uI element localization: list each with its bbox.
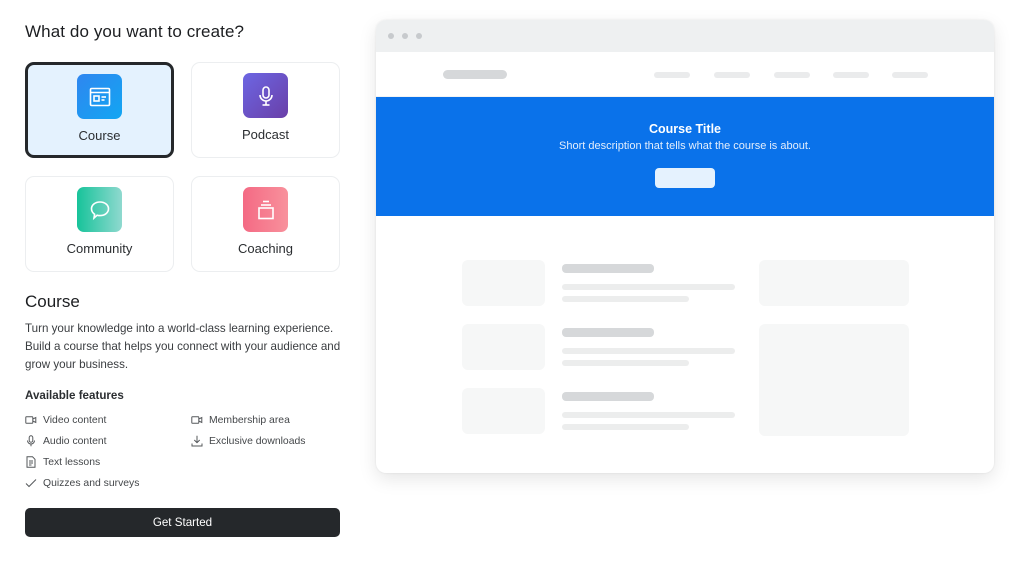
feature-label: Video content: [43, 414, 107, 426]
feature-item: Membership area: [191, 414, 290, 426]
option-card-course[interactable]: Course: [25, 62, 174, 158]
feature-item: Video content: [25, 414, 106, 426]
thumbnail-placeholder: [462, 324, 545, 370]
browser-window-icon: [89, 87, 110, 106]
text-line-placeholder: [562, 284, 735, 290]
page-title: What do you want to create?: [25, 22, 245, 41]
text-line-placeholder: [562, 360, 689, 366]
browser-chrome: [376, 20, 994, 52]
option-label: Coaching: [238, 241, 293, 256]
hero-title: Course Title: [648, 122, 721, 136]
logo-placeholder: [443, 70, 507, 79]
option-label: Community: [66, 241, 133, 256]
podcast-icon-tile: [243, 73, 288, 118]
features-heading: Available features: [25, 389, 124, 402]
nav-link-placeholder: [654, 72, 690, 78]
preview-navbar: [376, 52, 994, 97]
community-icon-tile: [77, 187, 122, 232]
option-card-community[interactable]: Community: [25, 176, 174, 272]
feature-label: Exclusive downloads: [209, 435, 306, 447]
nav-link-placeholder: [774, 72, 810, 78]
text-line-placeholder: [562, 424, 689, 430]
course-page-preview: Course Title Short description that tell…: [376, 20, 994, 473]
title-placeholder: [562, 392, 654, 401]
chat-bubble-icon: [90, 200, 109, 220]
title-placeholder: [562, 264, 654, 273]
feature-label: Text lessons: [43, 456, 101, 468]
window-dot-icon: [416, 33, 422, 39]
feature-item: Text lessons: [25, 456, 100, 468]
stacked-cards-icon: [257, 200, 274, 219]
coaching-icon-tile: [243, 187, 288, 232]
hero-subtitle: Short description that tells what the co…: [559, 140, 811, 152]
microphone-icon: [258, 85, 273, 106]
option-label: Podcast: [242, 127, 289, 142]
nav-link-placeholder: [892, 72, 928, 78]
text-line-placeholder: [562, 296, 689, 302]
text-line-placeholder: [562, 348, 735, 354]
sidebar-card-placeholder: [759, 324, 909, 436]
video-camera-icon: [25, 416, 37, 424]
sidebar-card-placeholder: [759, 260, 909, 306]
nav-link-placeholder: [714, 72, 750, 78]
option-label: Course: [78, 128, 121, 143]
text-line-placeholder: [562, 412, 735, 418]
checkmark-icon: [25, 479, 37, 488]
get-started-button[interactable]: Get Started: [25, 508, 340, 537]
window-dot-icon: [388, 33, 394, 39]
window-dot-icon: [402, 33, 408, 39]
download-icon: [191, 435, 203, 447]
hero-button-placeholder: [655, 168, 715, 188]
option-card-podcast[interactable]: Podcast: [191, 62, 340, 158]
title-placeholder: [562, 328, 654, 337]
option-card-coaching[interactable]: Coaching: [191, 176, 340, 272]
selected-option-title: Course: [25, 292, 80, 311]
feature-label: Quizzes and surveys: [43, 477, 140, 489]
feature-item: Exclusive downloads: [191, 435, 305, 447]
feature-label: Audio content: [43, 435, 107, 447]
thumbnail-placeholder: [462, 260, 545, 306]
preview-hero: Course Title Short description that tell…: [376, 97, 994, 216]
selected-option-description: Turn your knowledge into a world-class l…: [25, 322, 341, 371]
feature-item: Quizzes and surveys: [25, 477, 139, 489]
thumbnail-placeholder: [462, 388, 545, 434]
video-camera-icon: [191, 416, 203, 424]
document-icon: [26, 456, 36, 468]
microphone-icon: [27, 435, 35, 447]
nav-link-placeholder: [833, 72, 869, 78]
course-icon-tile: [77, 74, 122, 119]
feature-label: Membership area: [209, 414, 290, 426]
feature-item: Audio content: [25, 435, 107, 447]
